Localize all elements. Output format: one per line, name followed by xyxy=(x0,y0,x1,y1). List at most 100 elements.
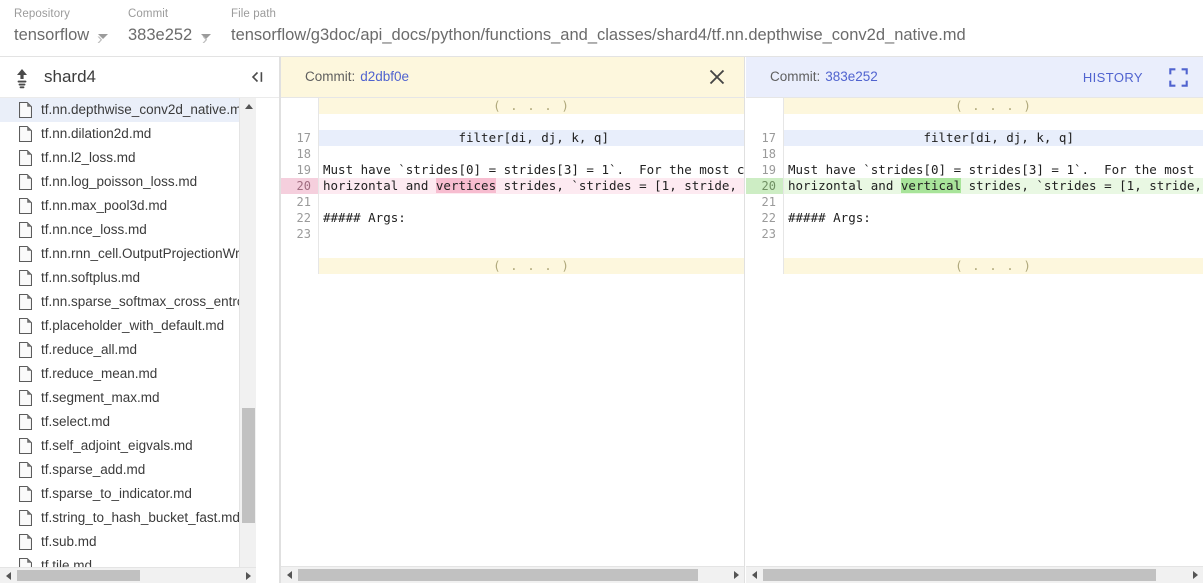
file-list-item[interactable]: tf.nn.softplus.md xyxy=(0,266,256,290)
history-link[interactable]: HISTORY xyxy=(1083,70,1143,85)
right-code-area[interactable]: ( . . . )17 filter[di, dj, k, q]1819Must… xyxy=(746,98,1203,566)
file-name-label: tf.placeholder_with_default.md xyxy=(41,317,224,335)
file-list-item[interactable]: tf.nn.max_pool3d.md xyxy=(0,194,256,218)
diff-line-context: 21 xyxy=(746,194,1203,210)
breadcrumb-bar: Repository tensorflow › Commit 383e252 ›… xyxy=(0,0,1203,57)
left-pane-horizontal-scrollbar[interactable] xyxy=(281,566,744,583)
file-list-item[interactable]: tf.nn.rnn_cell.OutputProjectionWrapper.m… xyxy=(0,242,256,266)
diff-spacer xyxy=(281,114,744,130)
right-pane-horizontal-scrollbar[interactable] xyxy=(746,566,1203,583)
diff-collapsed-section[interactable]: ( . . . ) xyxy=(746,258,1203,274)
diff-line-context: 22##### Args: xyxy=(281,210,744,226)
sidebar-vertical-scrollbar[interactable] xyxy=(239,98,256,583)
code-line-text xyxy=(784,114,1203,130)
code-line-text: ( . . . ) xyxy=(319,258,744,274)
file-list-item[interactable]: tf.segment_max.md xyxy=(0,386,256,410)
file-list-item[interactable]: tf.sparse_to_indicator.md xyxy=(0,482,256,506)
file-name-label: tf.string_to_hash_bucket_fast.md xyxy=(41,509,240,527)
line-number xyxy=(281,258,319,274)
sidebar-horizontal-scrollbar[interactable] xyxy=(0,567,256,583)
diff-line-context: 18 xyxy=(281,146,744,162)
file-name-label: tf.nn.rnn_cell.OutputProjectionWrapper.m… xyxy=(41,245,256,263)
breadcrumb-repository[interactable]: Repository tensorflow xyxy=(14,7,108,46)
diff-collapsed-section[interactable]: ( . . . ) xyxy=(746,98,1203,114)
diff-collapsed-section[interactable]: ( . . . ) xyxy=(281,98,744,114)
code-line-text: filter[di, dj, k, q] xyxy=(784,130,1203,146)
commit-label: Commit xyxy=(128,7,211,21)
file-list-item[interactable]: tf.placeholder_with_default.md xyxy=(0,314,256,338)
collapse-panel-icon[interactable] xyxy=(245,64,271,90)
line-number: 20 xyxy=(281,178,319,194)
file-list-item[interactable]: tf.reduce_all.md xyxy=(0,338,256,362)
left-code-area[interactable]: ( . . . )17 filter[di, dj, k, q]1819Must… xyxy=(281,98,744,566)
file-list-item[interactable]: tf.nn.depthwise_conv2d_native.md xyxy=(0,98,256,122)
scrollbar-thumb[interactable] xyxy=(298,569,698,581)
file-list-item[interactable]: tf.nn.nce_loss.md xyxy=(0,218,256,242)
scrollbar-thumb[interactable] xyxy=(242,408,255,523)
code-line-text: ( . . . ) xyxy=(784,258,1203,274)
fullscreen-icon[interactable] xyxy=(1165,64,1191,90)
file-document-icon xyxy=(19,534,32,550)
file-document-icon xyxy=(19,486,32,502)
triangle-left-icon[interactable] xyxy=(281,567,297,583)
triangle-left-icon[interactable] xyxy=(0,568,16,583)
diff-collapsed-section[interactable]: ( . . . ) xyxy=(281,258,744,274)
triangle-right-icon[interactable] xyxy=(240,568,256,583)
code-line-text: ( . . . ) xyxy=(319,98,744,114)
triangle-right-icon[interactable] xyxy=(728,567,744,583)
file-document-icon xyxy=(19,510,32,526)
triangle-left-icon[interactable] xyxy=(746,567,762,583)
file-document-icon xyxy=(19,246,32,262)
diff-pane-left: Commit: d2dbf0e ( . . . )17 filter[di, d… xyxy=(281,57,745,583)
file-list-item[interactable]: tf.nn.l2_loss.md xyxy=(0,146,256,170)
file-document-icon xyxy=(19,342,32,358)
file-name-label: tf.nn.nce_loss.md xyxy=(41,221,147,239)
code-line-text xyxy=(319,194,744,210)
close-icon[interactable] xyxy=(702,62,732,92)
breadcrumb-file-path[interactable]: File path tensorflow/g3doc/api_docs/pyth… xyxy=(231,7,966,46)
code-line-text xyxy=(319,226,744,242)
file-list-item[interactable]: tf.nn.sparse_softmax_cross_entropy_with_… xyxy=(0,290,256,314)
file-list-item[interactable]: tf.select.md xyxy=(0,410,256,434)
scrollbar-thumb[interactable] xyxy=(17,570,140,581)
file-list[interactable]: tf.nn.depthwise_conv2d_native.md tf.nn.di… xyxy=(0,98,256,583)
file-document-icon xyxy=(19,150,32,166)
added-word: vertical xyxy=(901,178,961,193)
code-line-text xyxy=(784,226,1203,242)
code-line-text xyxy=(319,146,744,162)
line-number: 22 xyxy=(746,210,784,226)
line-number: 19 xyxy=(746,162,784,178)
triangle-right-icon[interactable] xyxy=(1187,567,1203,583)
file-document-icon xyxy=(19,270,32,286)
up-arrow-icon[interactable] xyxy=(12,67,32,89)
file-document-icon xyxy=(19,366,32,382)
line-number: 23 xyxy=(281,226,319,242)
right-commit-sha[interactable]: 383e252 xyxy=(825,68,878,86)
diff-line-context: 17 filter[di, dj, k, q] xyxy=(746,130,1203,146)
file-document-icon xyxy=(19,126,32,142)
diff-line-context: 22##### Args: xyxy=(746,210,1203,226)
file-list-item[interactable]: tf.reduce_mean.md xyxy=(0,362,256,386)
file-name-label: tf.nn.max_pool3d.md xyxy=(41,197,167,215)
line-number: 17 xyxy=(746,130,784,146)
file-document-icon xyxy=(19,414,32,430)
line-number: 18 xyxy=(746,146,784,162)
file-list-item[interactable]: tf.nn.log_poisson_loss.md xyxy=(0,170,256,194)
left-commit-sha[interactable]: d2dbf0e xyxy=(360,68,409,86)
triangle-up-icon[interactable] xyxy=(240,98,257,115)
diff-spacer xyxy=(746,114,1203,130)
scrollbar-thumb[interactable] xyxy=(763,569,1156,581)
file-list-item[interactable]: tf.self_adjoint_eigvals.md xyxy=(0,434,256,458)
line-number: 21 xyxy=(746,194,784,210)
diff-line-context: 23 xyxy=(746,226,1203,242)
file-name-label: tf.nn.dilation2d.md xyxy=(41,125,151,143)
breadcrumb-commit[interactable]: Commit 383e252 xyxy=(128,7,211,46)
file-list-item[interactable]: tf.nn.dilation2d.md xyxy=(0,122,256,146)
file-list-item[interactable]: tf.sub.md xyxy=(0,530,256,554)
file-list-item[interactable]: tf.sparse_add.md xyxy=(0,458,256,482)
line-number: 19 xyxy=(281,162,319,178)
file-document-icon xyxy=(19,462,32,478)
diff-line-context: 23 xyxy=(281,226,744,242)
file-list-item[interactable]: tf.string_to_hash_bucket_fast.md xyxy=(0,506,256,530)
sidebar-header: shard4 xyxy=(0,57,279,98)
